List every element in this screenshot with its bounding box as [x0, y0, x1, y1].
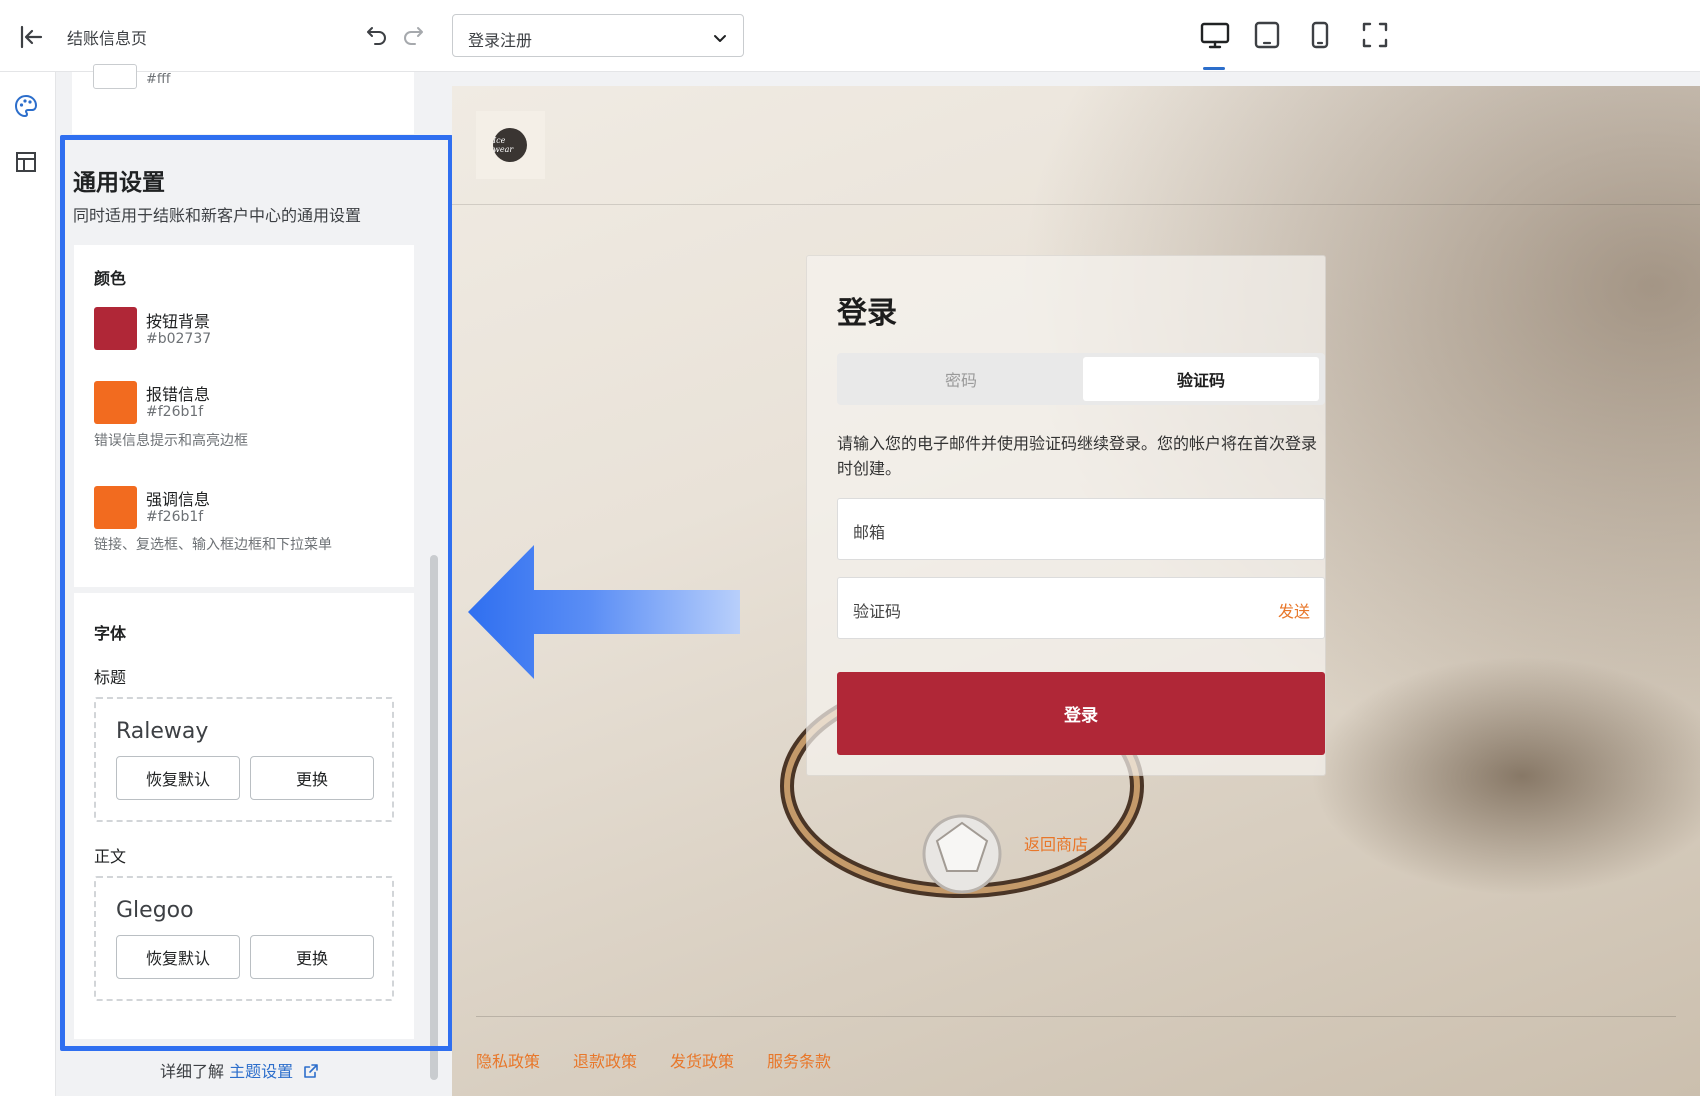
header-divider [452, 204, 1700, 205]
redo-icon[interactable] [400, 22, 426, 48]
color-hex: #f26b1f [146, 509, 204, 525]
exit-icon[interactable] [16, 22, 46, 52]
code-field[interactable]: 验证码 发送 [837, 577, 1325, 639]
color-name: 报错信息 [146, 385, 211, 404]
login-title: 登录 [837, 296, 897, 331]
footer-link-terms[interactable]: 服务条款 [767, 1048, 831, 1072]
panel-scrollbar[interactable] [430, 555, 438, 1080]
heading-font-name: Raleway [116, 719, 209, 744]
learn-more-prefix: 详细了解 [160, 1062, 225, 1081]
palette-icon[interactable] [12, 92, 40, 120]
learn-more: 详细了解 主题设置 [160, 1058, 319, 1082]
color-name: 强调信息 [146, 490, 211, 509]
fullscreen-icon[interactable] [1358, 18, 1392, 52]
external-link-icon[interactable] [303, 1063, 319, 1079]
code-placeholder: 验证码 [853, 602, 902, 621]
color-hex-white: #fff [146, 72, 171, 87]
footer-link-privacy[interactable]: 隐私政策 [476, 1048, 540, 1072]
footer-link-shipping[interactable]: 发货政策 [670, 1048, 734, 1072]
top-bar: 结账信息页 登录注册 [0, 0, 1700, 72]
undo-icon[interactable] [364, 22, 390, 48]
color-help: 错误信息提示和高亮边框 [94, 433, 248, 449]
store-logo: Ice wear [476, 111, 545, 179]
heading-font-label: 标题 [94, 668, 127, 687]
left-rail [0, 72, 56, 1096]
active-device-indicator [1203, 67, 1225, 70]
color-swatch[interactable] [94, 486, 137, 529]
body-font-label: 正文 [94, 847, 127, 866]
fonts-card: 字体 标题 Raleway 恢复默认 更换 正文 Glegoo 恢复默认 更换 [74, 593, 414, 1039]
heading-font-box: Raleway 恢复默认 更换 [94, 697, 394, 822]
login-tabs: 密码 验证码 [837, 353, 1325, 405]
footer-divider [476, 1016, 1676, 1017]
back-to-shop-link[interactable]: 返回商店 [1024, 831, 1088, 855]
heading-change-button[interactable]: 更换 [250, 756, 374, 800]
color-name: 按钮背景 [146, 312, 211, 331]
fonts-label: 字体 [94, 624, 127, 643]
email-placeholder: 邮箱 [853, 523, 886, 542]
body-reset-button[interactable]: 恢复默认 [116, 935, 240, 979]
tablet-icon[interactable] [1250, 18, 1284, 52]
login-card: 登录 密码 验证码 请输入您的电子邮件并使用验证码继续登录。您的帐户将在首次登录… [806, 255, 1326, 776]
pointer-arrow-icon [468, 545, 740, 679]
tab-verification-code[interactable]: 验证码 [1083, 357, 1319, 401]
chevron-down-icon [713, 30, 727, 44]
login-description: 请输入您的电子邮件并使用验证码继续登录。您的帐户将在首次登录时创建。 [837, 434, 1318, 478]
mobile-icon[interactable] [1303, 18, 1337, 52]
color-swatch[interactable] [94, 307, 137, 350]
layout-icon[interactable] [12, 148, 40, 176]
page-select[interactable]: 登录注册 [452, 14, 744, 57]
tab-password[interactable]: 密码 [841, 357, 1081, 401]
colors-label: 颜色 [94, 269, 127, 288]
theme-settings-link[interactable]: 主题设置 [229, 1062, 293, 1081]
body-font-name: Glegoo [116, 898, 194, 923]
page-title: 结账信息页 [67, 29, 148, 48]
desktop-icon[interactable] [1198, 18, 1232, 52]
footer-link-refund[interactable]: 退款政策 [573, 1048, 637, 1072]
page-select-value: 登录注册 [468, 31, 533, 50]
send-code-button[interactable]: 发送 [1278, 598, 1310, 622]
color-hex: #b02737 [146, 331, 212, 347]
color-hex: #f26b1f [146, 404, 204, 420]
body-font-box: Glegoo 恢复默认 更换 [94, 876, 394, 1001]
logo-mark: Ice wear [493, 128, 527, 162]
login-button[interactable]: 登录 [837, 672, 1325, 755]
color-swatch-white[interactable] [93, 64, 137, 89]
body-change-button[interactable]: 更换 [250, 935, 374, 979]
color-swatch[interactable] [94, 381, 137, 424]
heading-reset-button[interactable]: 恢复默认 [116, 756, 240, 800]
color-help: 链接、复选框、输入框边框和下拉菜单 [94, 537, 332, 553]
email-field[interactable]: 邮箱 [837, 498, 1325, 560]
section-title: 通用设置 [73, 170, 165, 196]
colors-card: 颜色 按钮背景 #b02737 报错信息 #f26b1f 错误信息提示和高亮边框… [74, 245, 414, 587]
section-subtitle: 同时适用于结账和新客户中心的通用设置 [73, 206, 362, 225]
